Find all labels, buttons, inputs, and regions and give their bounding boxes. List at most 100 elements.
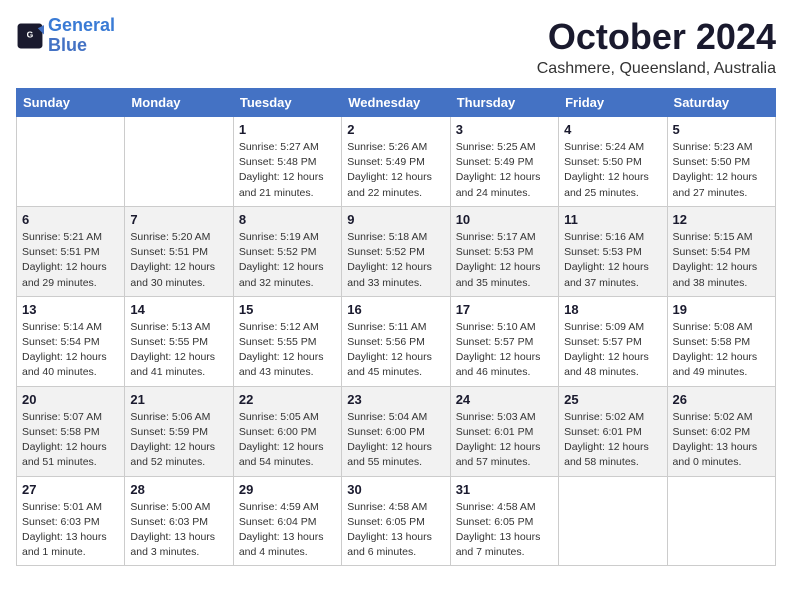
day-info: Sunrise: 5:08 AMSunset: 5:58 PMDaylight:… (673, 320, 770, 381)
calendar-cell (125, 117, 233, 207)
calendar-cell: 16Sunrise: 5:11 AMSunset: 5:56 PMDayligh… (342, 296, 450, 386)
day-number: 17 (456, 302, 553, 317)
day-info: Sunrise: 5:27 AMSunset: 5:48 PMDaylight:… (239, 140, 336, 201)
svg-text:G: G (27, 29, 34, 39)
calendar-cell: 13 Sunrise: 5:14 AMSunset: 5:54 PMDayligh… (17, 296, 125, 386)
day-info: Sunrise: 5:10 AMSunset: 5:57 PMDaylight:… (456, 320, 553, 381)
calendar-header: SundayMondayTuesdayWednesdayThursdayFrid… (17, 89, 776, 117)
day-info: Sunrise: 5:19 AMSunset: 5:52 PMDaylight:… (239, 230, 336, 291)
calendar-table: SundayMondayTuesdayWednesdayThursdayFrid… (16, 88, 776, 566)
calendar-cell: 30 Sunrise: 4:58 AMSunset: 6:05 PMDayligh… (342, 476, 450, 566)
day-info: Sunrise: 5:00 AMSunset: 6:03 PMDaylight:… (130, 500, 227, 561)
day-number: 30 (347, 482, 444, 497)
day-info: Sunrise: 4:58 AMSunset: 6:05 PMDaylight:… (456, 500, 553, 561)
day-info: Sunrise: 5:06 AMSunset: 5:59 PMDaylight:… (130, 410, 227, 471)
calendar-cell: 24 Sunrise: 5:03 AMSunset: 6:01 PMDayligh… (450, 386, 558, 476)
main-title: October 2024 (537, 16, 776, 58)
day-info: Sunrise: 5:16 AMSunset: 5:53 PMDaylight:… (564, 230, 661, 291)
calendar-cell: 21Sunrise: 5:06 AMSunset: 5:59 PMDayligh… (125, 386, 233, 476)
week-row-3: 13 Sunrise: 5:14 AMSunset: 5:54 PMDayligh… (17, 296, 776, 386)
day-info: Sunrise: 5:01 AMSunset: 6:03 PMDaylight:… (22, 500, 119, 561)
day-number: 4 (564, 122, 661, 137)
day-number: 11 (564, 212, 661, 227)
day-info: Sunrise: 4:58 AMSunset: 6:05 PMDaylight:… (347, 500, 444, 561)
calendar-cell: 11 Sunrise: 5:16 AMSunset: 5:53 PMDayligh… (559, 206, 667, 296)
day-info: Sunrise: 4:59 AMSunset: 6:04 PMDaylight:… (239, 500, 336, 561)
calendar-cell (667, 476, 775, 566)
day-info: Sunrise: 5:14 AMSunset: 5:54 PMDaylight:… (22, 320, 119, 381)
week-row-5: 27 Sunrise: 5:01 AMSunset: 6:03 PMDayligh… (17, 476, 776, 566)
calendar-cell: 9 Sunrise: 5:18 AMSunset: 5:52 PMDaylight… (342, 206, 450, 296)
day-number: 1 (239, 122, 336, 137)
day-header-tuesday: Tuesday (233, 89, 341, 117)
day-number: 19 (673, 302, 770, 317)
calendar-cell: 18Sunrise: 5:09 AMSunset: 5:57 PMDayligh… (559, 296, 667, 386)
day-info: Sunrise: 5:23 AMSunset: 5:50 PMDaylight:… (673, 140, 770, 201)
day-number: 28 (130, 482, 227, 497)
day-number: 31 (456, 482, 553, 497)
title-block: October 2024 Cashmere, Queensland, Austr… (537, 16, 776, 78)
calendar-cell: 5 Sunrise: 5:23 AMSunset: 5:50 PMDaylight… (667, 117, 775, 207)
day-header-friday: Friday (559, 89, 667, 117)
day-header-saturday: Saturday (667, 89, 775, 117)
day-info: Sunrise: 5:25 AMSunset: 5:49 PMDaylight:… (456, 140, 553, 201)
day-info: Sunrise: 5:02 AMSunset: 6:01 PMDaylight:… (564, 410, 661, 471)
day-info: Sunrise: 5:02 AMSunset: 6:02 PMDaylight:… (673, 410, 770, 471)
calendar-cell: 3 Sunrise: 5:25 AMSunset: 5:49 PMDaylight… (450, 117, 558, 207)
day-info: Sunrise: 5:09 AMSunset: 5:57 PMDaylight:… (564, 320, 661, 381)
logo-icon: G (16, 22, 44, 50)
day-number: 8 (239, 212, 336, 227)
calendar-cell: 8 Sunrise: 5:19 AMSunset: 5:52 PMDaylight… (233, 206, 341, 296)
day-number: 15 (239, 302, 336, 317)
day-number: 14 (130, 302, 227, 317)
calendar-cell: 17 Sunrise: 5:10 AMSunset: 5:57 PMDayligh… (450, 296, 558, 386)
day-info: Sunrise: 5:11 AMSunset: 5:56 PMDaylight:… (347, 320, 444, 381)
calendar-cell: 19 Sunrise: 5:08 AMSunset: 5:58 PMDayligh… (667, 296, 775, 386)
day-number: 3 (456, 122, 553, 137)
day-number: 29 (239, 482, 336, 497)
day-info: Sunrise: 5:17 AMSunset: 5:53 PMDaylight:… (456, 230, 553, 291)
day-info: Sunrise: 5:13 AMSunset: 5:55 PMDaylight:… (130, 320, 227, 381)
week-row-4: 20Sunrise: 5:07 AMSunset: 5:58 PMDayligh… (17, 386, 776, 476)
calendar-cell: 20Sunrise: 5:07 AMSunset: 5:58 PMDayligh… (17, 386, 125, 476)
calendar-cell: 1 Sunrise: 5:27 AMSunset: 5:48 PMDaylight… (233, 117, 341, 207)
calendar-cell: 26 Sunrise: 5:02 AMSunset: 6:02 PMDayligh… (667, 386, 775, 476)
day-info: Sunrise: 5:15 AMSunset: 5:54 PMDaylight:… (673, 230, 770, 291)
day-info: Sunrise: 5:18 AMSunset: 5:52 PMDaylight:… (347, 230, 444, 291)
day-info: Sunrise: 5:12 AMSunset: 5:55 PMDaylight:… (239, 320, 336, 381)
day-number: 7 (130, 212, 227, 227)
day-number: 2 (347, 122, 444, 137)
day-number: 24 (456, 392, 553, 407)
calendar-cell: 6Sunrise: 5:21 AMSunset: 5:51 PMDaylight… (17, 206, 125, 296)
day-info: Sunrise: 5:03 AMSunset: 6:01 PMDaylight:… (456, 410, 553, 471)
calendar-cell: 28 Sunrise: 5:00 AMSunset: 6:03 PMDayligh… (125, 476, 233, 566)
week-row-1: 1 Sunrise: 5:27 AMSunset: 5:48 PMDaylight… (17, 117, 776, 207)
calendar-cell: 2Sunrise: 5:26 AMSunset: 5:49 PMDaylight… (342, 117, 450, 207)
calendar-cell: 25 Sunrise: 5:02 AMSunset: 6:01 PMDayligh… (559, 386, 667, 476)
week-row-2: 6Sunrise: 5:21 AMSunset: 5:51 PMDaylight… (17, 206, 776, 296)
calendar-cell: 12 Sunrise: 5:15 AMSunset: 5:54 PMDayligh… (667, 206, 775, 296)
day-number: 26 (673, 392, 770, 407)
day-number: 5 (673, 122, 770, 137)
calendar-cell: 10Sunrise: 5:17 AMSunset: 5:53 PMDayligh… (450, 206, 558, 296)
day-number: 9 (347, 212, 444, 227)
day-number: 22 (239, 392, 336, 407)
day-info: Sunrise: 5:04 AMSunset: 6:00 PMDaylight:… (347, 410, 444, 471)
day-header-monday: Monday (125, 89, 233, 117)
calendar-cell: 22 Sunrise: 5:05 AMSunset: 6:00 PMDayligh… (233, 386, 341, 476)
day-number: 20 (22, 392, 119, 407)
day-number: 12 (673, 212, 770, 227)
logo-text: General Blue (48, 16, 115, 56)
calendar-cell (559, 476, 667, 566)
day-info: Sunrise: 5:05 AMSunset: 6:00 PMDaylight:… (239, 410, 336, 471)
calendar-cell: 7Sunrise: 5:20 AMSunset: 5:51 PMDaylight… (125, 206, 233, 296)
day-number: 27 (22, 482, 119, 497)
day-number: 6 (22, 212, 119, 227)
logo: G General Blue (16, 16, 115, 56)
calendar-cell: 23Sunrise: 5:04 AMSunset: 6:00 PMDayligh… (342, 386, 450, 476)
calendar-cell (17, 117, 125, 207)
day-number: 25 (564, 392, 661, 407)
day-number: 13 (22, 302, 119, 317)
calendar-cell: 31 Sunrise: 4:58 AMSunset: 6:05 PMDayligh… (450, 476, 558, 566)
header: G General Blue October 2024 Cashmere, Qu… (16, 16, 776, 78)
